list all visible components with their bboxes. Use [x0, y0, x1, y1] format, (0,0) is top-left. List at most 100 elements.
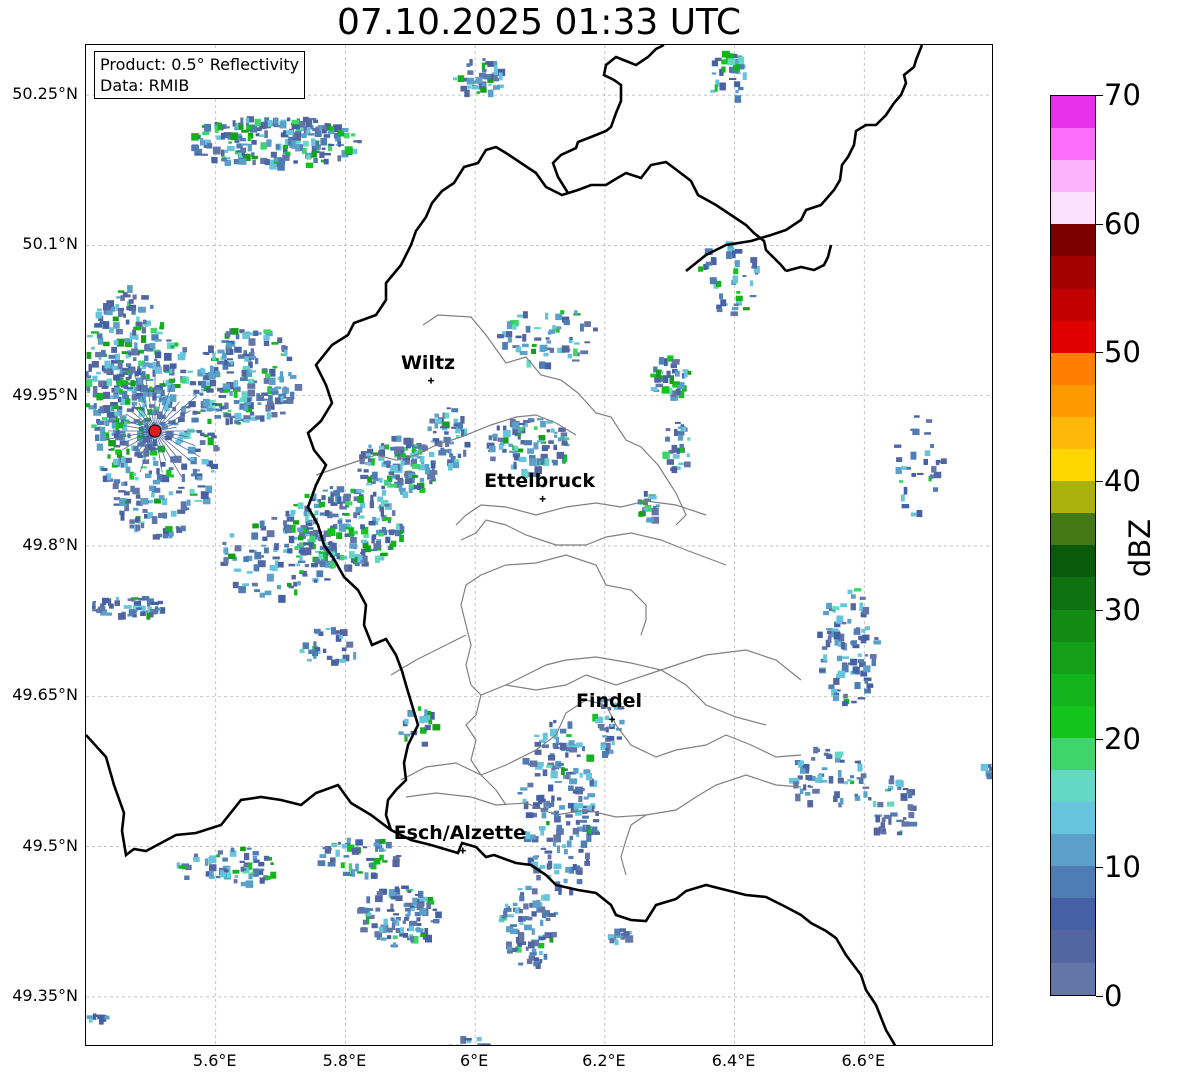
radar-echo-pixel — [261, 544, 266, 547]
radar-echo-pixel — [338, 518, 343, 521]
radar-echo-pixel — [605, 715, 610, 720]
radar-echo-pixel — [211, 157, 218, 164]
radar-echo-pixel — [99, 1020, 104, 1025]
radar-echo-pixel — [325, 628, 331, 631]
radar-echo-pixel — [579, 772, 583, 778]
radar-echo-pixel — [343, 132, 350, 139]
radar-echo-pixel — [432, 724, 441, 731]
radar-echo-pixel — [434, 413, 439, 418]
radar-echo-pixel — [537, 762, 544, 767]
radar-echo-pixel — [424, 464, 430, 470]
radar-echo-pixel — [674, 370, 680, 377]
radar-map[interactable] — [85, 44, 993, 1046]
radar-echo-pixel — [152, 392, 157, 401]
radar-echo-pixel — [395, 474, 400, 480]
radar-echo-pixel — [115, 424, 119, 431]
radar-echo-pixel — [742, 275, 747, 278]
colorbar-swatch — [1051, 288, 1095, 321]
radar-echo-pixel — [388, 471, 395, 475]
lon-tick-label: 6.4°E — [711, 1051, 756, 1070]
radar-echo-pixel — [533, 442, 539, 450]
radar-echo-pixel — [92, 375, 98, 382]
radar-echo-pixel — [917, 472, 924, 475]
radar-echo-pixel — [924, 432, 931, 435]
radar-echo-pixel — [234, 545, 242, 552]
radar-echo-pixel — [663, 358, 668, 367]
radar-echo-pixel — [671, 359, 680, 365]
radar-echo-pixel — [518, 962, 524, 966]
radar-echo-pixel — [129, 519, 135, 524]
radar-echo-pixel — [299, 127, 304, 131]
radar-echo-pixel — [512, 902, 518, 907]
radar-echo-pixel — [268, 856, 272, 861]
radar-echo-pixel — [277, 561, 284, 568]
radar-echo-pixel — [217, 349, 225, 354]
radar-echo-pixel — [582, 815, 589, 819]
radar-echo-pixel — [257, 402, 262, 405]
radar-echo-pixel — [732, 250, 736, 259]
radar-echo-pixel — [534, 327, 541, 330]
radar-echo-pixel — [480, 87, 487, 93]
radar-echo-pixel — [520, 440, 525, 445]
radar-echo-pixel — [149, 404, 155, 408]
radar-echo-pixel — [449, 1044, 453, 1045]
radar-echo-pixel — [248, 332, 254, 336]
radar-echo-pixel — [529, 952, 537, 956]
radar-echo-pixel — [573, 767, 579, 774]
radar-echo-pixel — [146, 600, 151, 607]
radar-echo-pixel — [274, 117, 278, 124]
radar-echo-pixel — [731, 306, 739, 311]
radar-echo-pixel — [539, 345, 546, 352]
radar-echo-pixel — [738, 56, 745, 65]
radar-echo-pixel — [283, 130, 287, 137]
radar-echo-pixel — [264, 373, 271, 379]
radar-echo-pixel — [540, 847, 547, 850]
radar-echo-pixel — [242, 583, 250, 587]
radar-echo-pixel — [286, 356, 293, 362]
radar-echo-pixel — [380, 937, 387, 941]
radar-echo-pixel — [429, 480, 433, 485]
borders — [86, 45, 924, 1045]
lat-tick-label: 49.8°N — [22, 535, 78, 554]
radar-echo-pixel — [531, 343, 537, 347]
radar-echo-pixel — [113, 340, 119, 345]
radar-echo-pixel — [515, 335, 522, 339]
radar-echo-pixel — [200, 367, 205, 373]
radar-echo-pixel — [254, 118, 261, 126]
radar-echo-pixel — [174, 342, 179, 347]
radar-echo-pixel — [146, 374, 150, 380]
radar-echo-pixel — [880, 822, 885, 828]
radar-echo-pixel — [266, 573, 274, 582]
radar-echo-pixel — [663, 375, 669, 383]
radar-echo-pixel — [561, 345, 570, 353]
radar-echo-pixel — [923, 458, 928, 465]
radar-echo-pixel — [253, 330, 259, 336]
radar-echo-pixel — [271, 342, 279, 345]
radar-echo-pixel — [726, 251, 732, 259]
radar-echo-pixel — [498, 443, 504, 450]
radar-echo-pixel — [153, 387, 161, 390]
radar-echo-pixel — [859, 596, 866, 600]
radar-echo-pixel — [250, 411, 255, 416]
radar-echo-pixel — [324, 562, 331, 568]
radar-echo-pixel — [427, 426, 432, 432]
radar-echo-pixel — [735, 249, 743, 254]
radar-echo-pixel — [388, 529, 395, 536]
radar-echo-pixel — [189, 381, 197, 386]
radar-echo-pixel — [572, 864, 577, 871]
radar-echo-pixel — [687, 437, 691, 441]
radar-echo-pixel — [252, 159, 256, 166]
radar-echo-pixel — [933, 471, 942, 479]
radar-echo-pixel — [525, 812, 534, 819]
radar-echo-pixel — [558, 887, 562, 895]
colorbar-tick — [1096, 996, 1103, 997]
radar-echo-pixel — [259, 877, 265, 884]
radar-echo-pixel — [619, 928, 626, 932]
radar-echo-pixel — [530, 760, 538, 767]
radar-echo-pixel — [656, 369, 661, 378]
radar-echo-pixel — [203, 398, 210, 407]
radar-echo-pixel — [553, 444, 558, 451]
radar-echo-pixel — [466, 77, 475, 85]
radar-echo-pixel — [118, 314, 122, 318]
radar-echo-pixel — [476, 1037, 482, 1042]
